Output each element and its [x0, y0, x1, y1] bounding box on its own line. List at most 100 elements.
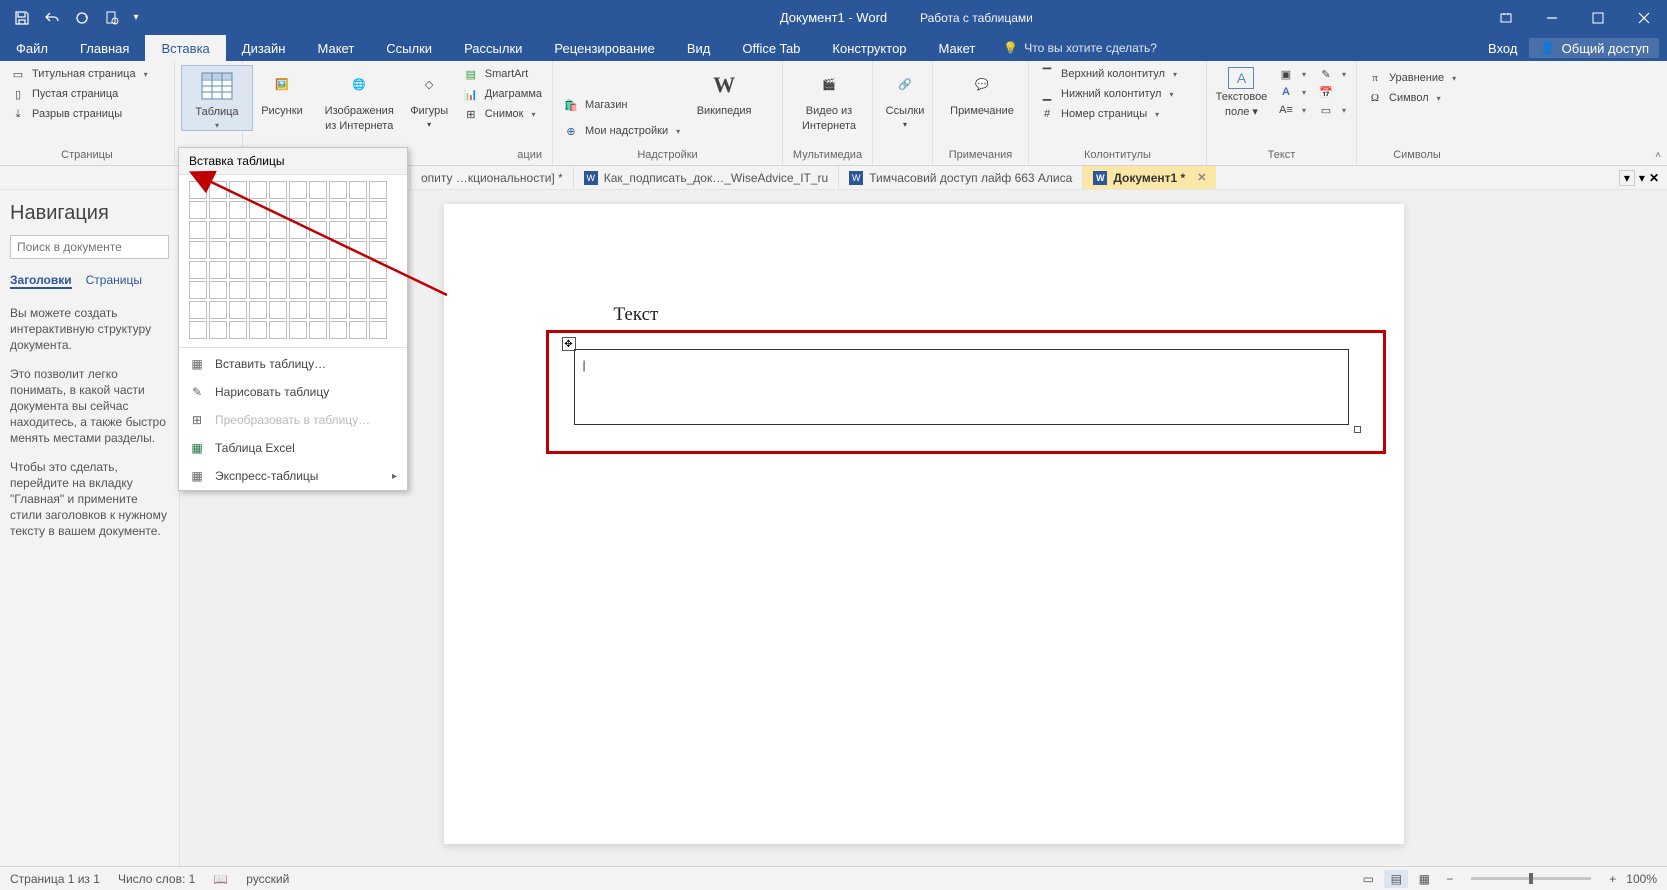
- doc-tab-2[interactable]: WТимчасовий доступ лайф 663 Алиса: [838, 166, 1082, 189]
- status-page[interactable]: Страница 1 из 1: [10, 872, 100, 886]
- grid-cell[interactable]: [369, 181, 387, 199]
- tab-review[interactable]: Рецензирование: [538, 35, 670, 61]
- grid-cell[interactable]: [329, 301, 347, 319]
- zoom-level[interactable]: 100%: [1626, 872, 1657, 886]
- share-button[interactable]: 👤 Общий доступ: [1529, 38, 1659, 58]
- grid-cell[interactable]: [189, 281, 207, 299]
- close-all-button[interactable]: ✕: [1649, 171, 1659, 185]
- grid-cell[interactable]: [189, 221, 207, 239]
- grid-cell[interactable]: [269, 241, 287, 259]
- grid-cell[interactable]: [249, 301, 267, 319]
- grid-cell[interactable]: [209, 221, 227, 239]
- new-tab-button[interactable]: ▾: [1619, 170, 1635, 186]
- spellcheck-icon[interactable]: 📖: [213, 872, 228, 886]
- grid-cell[interactable]: [209, 261, 227, 279]
- read-mode-button[interactable]: ▭: [1356, 870, 1380, 888]
- draw-table-item[interactable]: ✎Нарисовать таблицу: [179, 378, 407, 406]
- grid-cell[interactable]: [329, 221, 347, 239]
- grid-cell[interactable]: [329, 201, 347, 219]
- grid-cell[interactable]: [249, 181, 267, 199]
- grid-cell[interactable]: [269, 301, 287, 319]
- collapse-ribbon-button[interactable]: ˄: [1655, 150, 1661, 161]
- grid-cell[interactable]: [249, 241, 267, 259]
- quick-tables-item[interactable]: ▦Экспресс-таблицы▸: [179, 462, 407, 490]
- grid-cell[interactable]: [209, 201, 227, 219]
- smartart-button[interactable]: ▤SmartArt: [459, 65, 546, 83]
- grid-cell[interactable]: [229, 281, 247, 299]
- grid-cell[interactable]: [349, 201, 367, 219]
- grid-cell[interactable]: [329, 261, 347, 279]
- grid-cell[interactable]: [289, 221, 307, 239]
- grid-cell[interactable]: [309, 321, 327, 339]
- grid-cell[interactable]: [369, 261, 387, 279]
- symbol-button[interactable]: ΩСимвол▾: [1363, 89, 1471, 107]
- redo-button[interactable]: [68, 4, 96, 32]
- tab-view[interactable]: Вид: [671, 35, 727, 61]
- web-layout-button[interactable]: ▦: [1412, 870, 1436, 888]
- tell-me-search[interactable]: 💡 Что вы хотите сделать?: [991, 35, 1169, 61]
- print-preview-button[interactable]: [98, 4, 126, 32]
- blank-page-button[interactable]: ▯Пустая страница: [6, 85, 168, 103]
- grid-cell[interactable]: [229, 321, 247, 339]
- grid-cell[interactable]: [189, 321, 207, 339]
- grid-cell[interactable]: [289, 281, 307, 299]
- zoom-slider[interactable]: [1471, 877, 1591, 880]
- tab-menu-button[interactable]: ▾: [1639, 171, 1645, 185]
- grid-cell[interactable]: [329, 281, 347, 299]
- grid-cell[interactable]: [209, 181, 227, 199]
- doc-tab-1[interactable]: WКак_подписать_док…_WiseAdvice_IT_ru: [573, 166, 839, 189]
- online-video-button[interactable]: 🎬Видео изИнтернета: [789, 65, 869, 132]
- maximize-button[interactable]: [1575, 0, 1621, 35]
- tab-references[interactable]: Ссылки: [370, 35, 448, 61]
- grid-cell[interactable]: [349, 261, 367, 279]
- tab-table-layout[interactable]: Макет: [923, 35, 992, 61]
- undo-button[interactable]: [38, 4, 66, 32]
- wordart-button[interactable]: A▾: [1274, 83, 1310, 101]
- grid-cell[interactable]: [309, 221, 327, 239]
- tab-design[interactable]: Дизайн: [226, 35, 302, 61]
- tab-mailings[interactable]: Рассылки: [448, 35, 538, 61]
- grid-cell[interactable]: [369, 201, 387, 219]
- grid-cell[interactable]: [249, 201, 267, 219]
- grid-cell[interactable]: [269, 201, 287, 219]
- equation-button[interactable]: πУравнение▾: [1363, 69, 1471, 87]
- page-number-button[interactable]: #Номер страницы▾: [1035, 105, 1200, 123]
- comment-button[interactable]: 💬Примечание: [939, 65, 1025, 118]
- grid-cell[interactable]: [309, 261, 327, 279]
- inserted-table[interactable]: [574, 349, 1349, 425]
- page-break-button[interactable]: ⤓Разрыв страницы: [6, 105, 168, 123]
- grid-cell[interactable]: [329, 321, 347, 339]
- grid-cell[interactable]: [269, 221, 287, 239]
- close-button[interactable]: [1621, 0, 1667, 35]
- grid-cell[interactable]: [229, 261, 247, 279]
- object-button[interactable]: ▭▾: [1314, 101, 1350, 119]
- grid-cell[interactable]: [289, 201, 307, 219]
- links-button[interactable]: 🔗Ссылки▾: [879, 65, 931, 129]
- grid-cell[interactable]: [249, 281, 267, 299]
- quick-parts-button[interactable]: ▣▾: [1274, 65, 1310, 83]
- my-addins-button[interactable]: ⊕Мои надстройки▾: [559, 122, 684, 140]
- tab-officetab[interactable]: Office Tab: [726, 35, 816, 61]
- qat-customize-button[interactable]: ▾: [128, 4, 144, 32]
- cover-page-button[interactable]: ▭Титульная страница▾: [6, 65, 168, 83]
- tab-table-design[interactable]: Конструктор: [816, 35, 922, 61]
- grid-cell[interactable]: [349, 281, 367, 299]
- grid-cell[interactable]: [349, 301, 367, 319]
- close-tab-icon[interactable]: ✕: [1197, 171, 1206, 184]
- table-size-grid[interactable]: [179, 175, 407, 345]
- zoom-in-button[interactable]: +: [1603, 872, 1622, 886]
- grid-cell[interactable]: [189, 241, 207, 259]
- grid-cell[interactable]: [349, 321, 367, 339]
- zoom-out-button[interactable]: −: [1440, 872, 1459, 886]
- document-page[interactable]: Текст ✥: [444, 204, 1404, 844]
- grid-cell[interactable]: [249, 321, 267, 339]
- grid-cell[interactable]: [269, 321, 287, 339]
- grid-cell[interactable]: [189, 201, 207, 219]
- print-layout-button[interactable]: ▤: [1384, 870, 1408, 888]
- chart-button[interactable]: 📊Диаграмма: [459, 85, 546, 103]
- datetime-button[interactable]: 📅: [1314, 83, 1350, 101]
- tab-file[interactable]: Файл: [0, 35, 64, 61]
- grid-cell[interactable]: [329, 241, 347, 259]
- minimize-button[interactable]: [1529, 0, 1575, 35]
- grid-cell[interactable]: [209, 321, 227, 339]
